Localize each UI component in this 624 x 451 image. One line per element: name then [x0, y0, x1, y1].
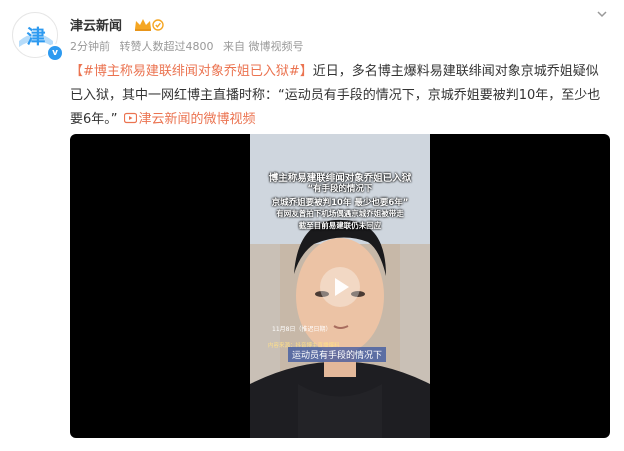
chevron-down-icon[interactable] [594, 6, 610, 22]
post-content: 【#博主称易建联绯闻对象乔姐已入狱#】近日，多名博主爆料易建联绯闻对象京城乔姐疑… [70, 60, 610, 132]
video-date: 11月8日（推迟日期） [272, 326, 332, 333]
verified-icon: v [46, 44, 64, 62]
video-source-link-text: 津云新闻的微博视频 [138, 112, 256, 127]
video-caption-note: 有网友曾拍下机场偶遇京城乔姐被带走 [276, 209, 404, 218]
crown-icon[interactable] [133, 17, 167, 32]
video-subtitle: 运动员有手段的情况下 [288, 347, 387, 362]
video-caption-note-2: 截至目前易建联仍未回应 [298, 221, 382, 230]
video-link-icon [123, 112, 137, 124]
topic-link[interactable]: 【#博主称易建联绯闻对象乔姐已入狱#】 [70, 64, 313, 79]
video-caption-quote: “有手段的情况下 [307, 184, 373, 194]
post-source[interactable]: 来自 微博视频号 [223, 40, 304, 53]
video-caption-quote-2: 京城乔姐要被判10年 最少也要6年” [271, 198, 409, 208]
post-meta: 2分钟前 转赞人数超过4800 来自 微博视频号 [70, 38, 310, 54]
author-name[interactable]: 津云新闻 [70, 15, 122, 34]
video-source-link[interactable]: 津云新闻的微博视频 [118, 112, 256, 127]
post-time[interactable]: 2分钟前 [70, 40, 110, 53]
avatar-text: 津 [26, 25, 45, 48]
repost-count: 转赞人数超过4800 [119, 40, 214, 53]
video-player[interactable]: 博主称易建联绯闻对象乔姐已入狱 “有手段的情况下 京城乔姐要被判10年 最少也要… [70, 134, 610, 438]
play-icon[interactable] [320, 267, 360, 307]
video-caption-title: 博主称易建联绯闻对象乔姐已入狱 [268, 173, 412, 184]
